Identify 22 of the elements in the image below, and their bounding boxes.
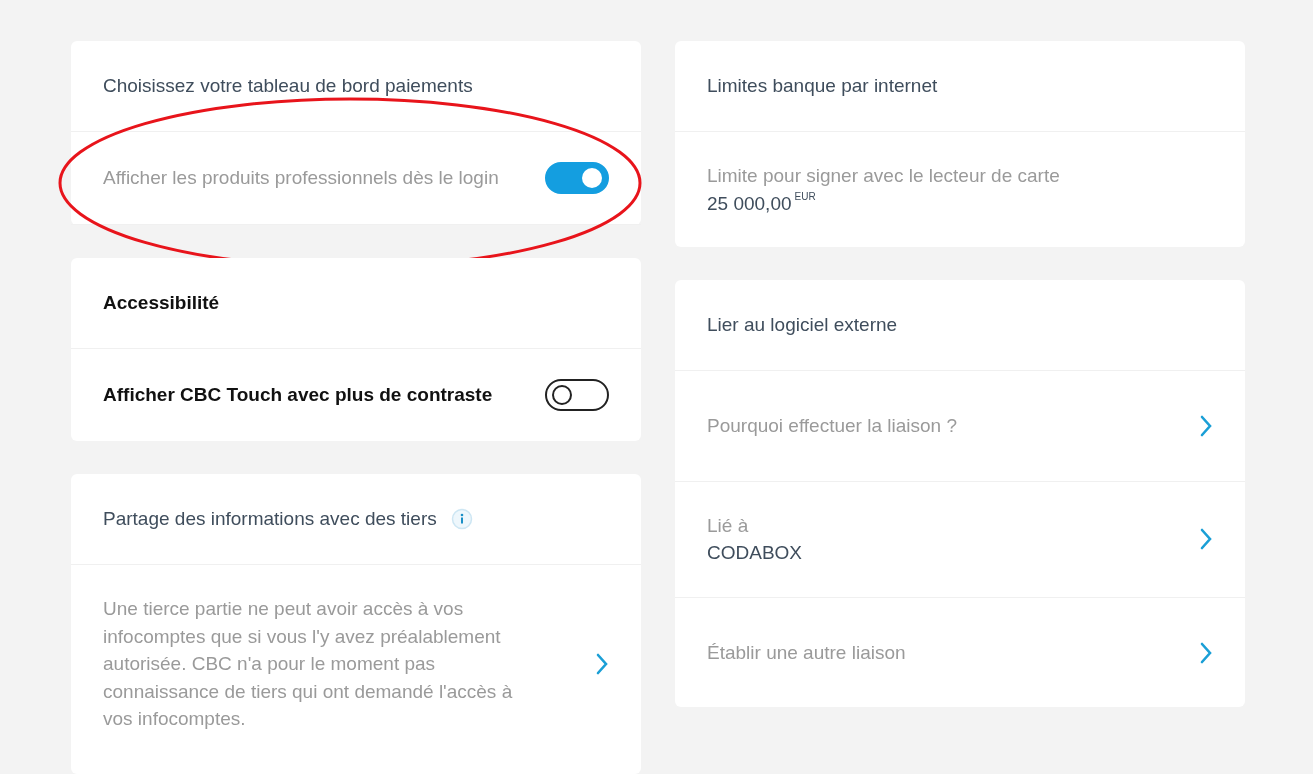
info-icon[interactable] bbox=[450, 508, 473, 530]
link-label[interactable]: Établir une autre liaison bbox=[707, 638, 906, 667]
toggle-switch[interactable] bbox=[545, 162, 609, 194]
chevron-right-icon[interactable] bbox=[595, 651, 609, 676]
link-label[interactable]: Une tierce partie ne peut avoir accès à vos infocomptes que si vous l'y avez préalablement autorisée. CBC n'a pour le moment pas connaissance de tiers qui ont demandé l'accès à vos infocomptes. bbox=[103, 595, 528, 733]
chevron-right-icon[interactable] bbox=[1199, 640, 1213, 665]
chevron-right-icon[interactable] bbox=[1199, 413, 1213, 438]
chevron-right-icon[interactable] bbox=[1199, 527, 1213, 552]
setting-value: CODABOX bbox=[707, 541, 803, 566]
card-title: Choisissez votre tableau de bord paiements bbox=[103, 73, 473, 98]
setting-label: Afficher CBC Touch avec plus de contraste bbox=[103, 383, 493, 408]
card-title: Limites banque par internet bbox=[707, 73, 938, 98]
toggle-switch[interactable] bbox=[545, 379, 609, 411]
setting-value: 25 000,00 bbox=[707, 191, 792, 216]
card-title: Lier au logiciel externe bbox=[707, 312, 898, 337]
currency-label: EUR bbox=[794, 189, 816, 204]
link-label[interactable]: Pourquoi effectuer la liaison ? bbox=[707, 412, 957, 440]
setting-label: Limite pour signer avec le lecteur de carte bbox=[707, 164, 1060, 188]
setting-label: Lié à bbox=[707, 513, 750, 538]
card-title: Accessibilité bbox=[103, 290, 220, 315]
card-title: Partage des informations avec des tiers bbox=[103, 506, 437, 531]
setting-label: Afficher les produits professionnels dès le login bbox=[103, 166, 499, 191]
